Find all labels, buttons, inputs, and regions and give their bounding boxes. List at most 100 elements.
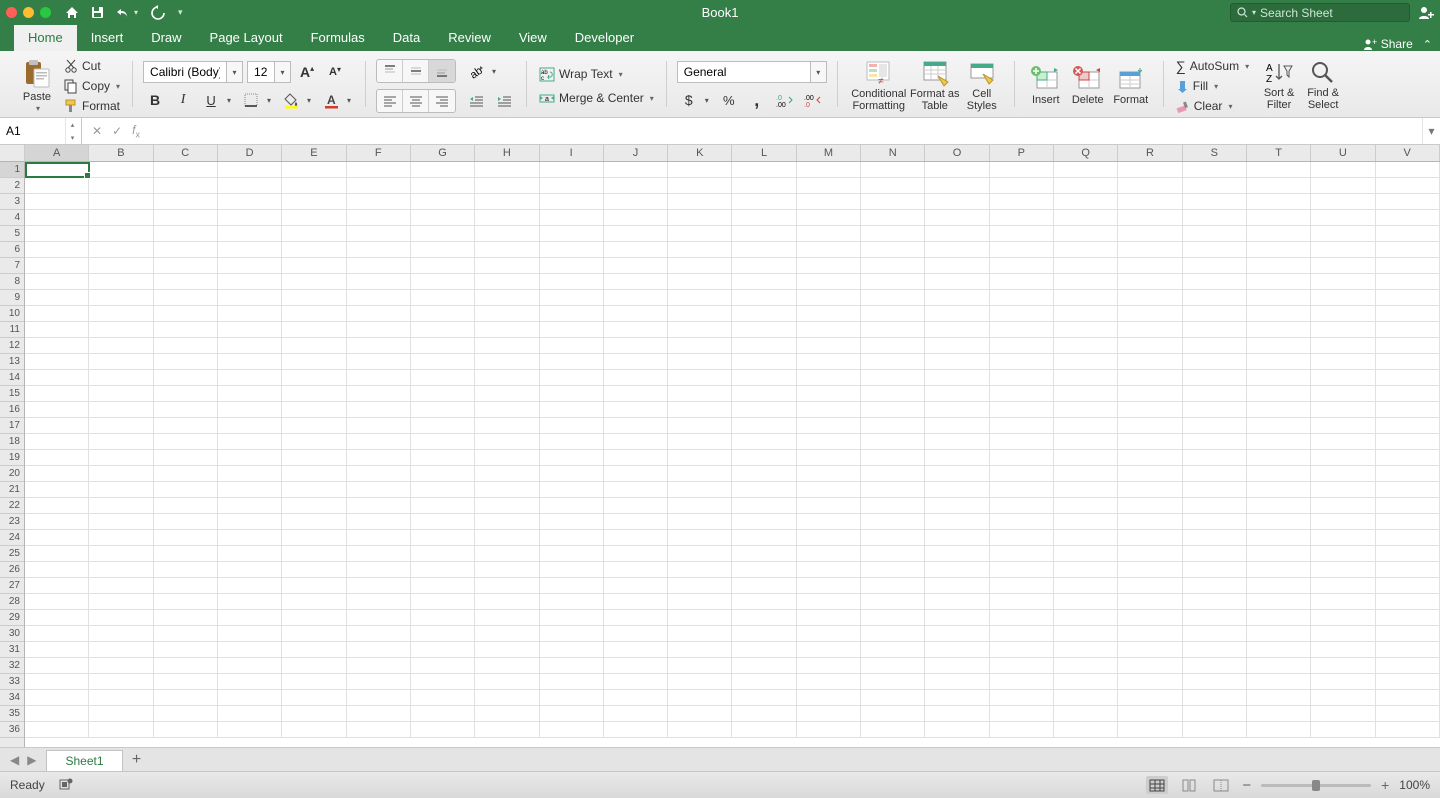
column-header[interactable]: M [797, 145, 861, 161]
cell[interactable] [282, 418, 346, 434]
column-header[interactable]: T [1247, 145, 1311, 161]
cell[interactable] [1376, 594, 1440, 610]
row-header[interactable]: 15 [0, 386, 24, 402]
cell[interactable] [154, 322, 218, 338]
cell[interactable] [282, 562, 346, 578]
cell[interactable] [282, 674, 346, 690]
cell[interactable] [25, 594, 89, 610]
cell[interactable] [1311, 290, 1375, 306]
cell[interactable] [1247, 466, 1311, 482]
cell[interactable] [861, 162, 925, 178]
cell[interactable] [89, 722, 153, 738]
cell[interactable] [861, 690, 925, 706]
cell[interactable] [1376, 210, 1440, 226]
cell[interactable] [797, 306, 861, 322]
cell[interactable] [540, 498, 604, 514]
cell[interactable] [89, 210, 153, 226]
cell[interactable] [925, 178, 989, 194]
cell[interactable] [861, 546, 925, 562]
zoom-slider[interactable] [1261, 784, 1371, 787]
cell[interactable] [1183, 290, 1247, 306]
cell[interactable] [797, 402, 861, 418]
cell[interactable] [154, 242, 218, 258]
cell[interactable] [925, 290, 989, 306]
cell[interactable] [1376, 226, 1440, 242]
cell[interactable] [25, 434, 89, 450]
cell[interactable] [1183, 530, 1247, 546]
cell[interactable] [282, 290, 346, 306]
cell[interactable] [732, 706, 796, 722]
cell[interactable] [668, 594, 732, 610]
fill-button[interactable]: Fill▾ [1174, 77, 1251, 95]
cell[interactable] [540, 386, 604, 402]
cell[interactable] [282, 306, 346, 322]
cell[interactable] [1247, 210, 1311, 226]
cell[interactable] [1054, 658, 1118, 674]
cell[interactable] [347, 626, 411, 642]
percent-button[interactable]: % [717, 89, 741, 111]
insert-function-icon[interactable]: fx [132, 123, 140, 139]
cell[interactable] [1311, 594, 1375, 610]
cell[interactable] [1311, 402, 1375, 418]
cell[interactable] [89, 306, 153, 322]
cell[interactable] [218, 402, 282, 418]
cell[interactable] [89, 338, 153, 354]
cell[interactable] [89, 194, 153, 210]
row-header[interactable]: 7 [0, 258, 24, 274]
cell[interactable] [990, 610, 1054, 626]
cell[interactable] [1247, 578, 1311, 594]
cell[interactable] [475, 722, 539, 738]
cell[interactable] [1183, 594, 1247, 610]
cell[interactable] [797, 434, 861, 450]
cell[interactable] [347, 258, 411, 274]
chevron-down-icon[interactable]: ▾ [263, 89, 275, 111]
cell[interactable] [89, 434, 153, 450]
cell[interactable] [925, 530, 989, 546]
cell[interactable] [347, 402, 411, 418]
cell[interactable] [89, 514, 153, 530]
cell[interactable] [1376, 562, 1440, 578]
cell[interactable] [25, 514, 89, 530]
cell[interactable] [925, 370, 989, 386]
cell[interactable] [604, 306, 668, 322]
column-header[interactable]: G [411, 145, 475, 161]
cell[interactable] [411, 242, 475, 258]
cell[interactable] [1376, 690, 1440, 706]
cell[interactable] [411, 434, 475, 450]
cell[interactable] [1118, 434, 1182, 450]
cell[interactable] [990, 498, 1054, 514]
cell[interactable] [604, 626, 668, 642]
cell[interactable] [475, 258, 539, 274]
cell[interactable] [540, 722, 604, 738]
cell[interactable] [218, 194, 282, 210]
cell[interactable] [1118, 466, 1182, 482]
cell[interactable] [411, 402, 475, 418]
cell[interactable] [475, 514, 539, 530]
merge-center-button[interactable]: a Merge & Center▾ [537, 89, 656, 107]
cell[interactable] [218, 610, 282, 626]
cell[interactable] [1247, 338, 1311, 354]
cell[interactable] [1054, 610, 1118, 626]
cell[interactable] [282, 162, 346, 178]
cell[interactable] [861, 594, 925, 610]
increase-indent-button[interactable] [492, 90, 516, 112]
ribbon-tab-data[interactable]: Data [379, 25, 434, 51]
cell[interactable] [732, 578, 796, 594]
cell[interactable] [1118, 178, 1182, 194]
cell[interactable] [668, 466, 732, 482]
cell[interactable] [1054, 482, 1118, 498]
cell[interactable] [1376, 258, 1440, 274]
column-header[interactable]: C [154, 145, 218, 161]
row-header[interactable]: 31 [0, 642, 24, 658]
cell[interactable] [218, 482, 282, 498]
cell[interactable] [604, 450, 668, 466]
cell[interactable] [604, 194, 668, 210]
cell[interactable] [89, 162, 153, 178]
row-header[interactable]: 4 [0, 210, 24, 226]
cell[interactable] [1183, 386, 1247, 402]
cell[interactable] [218, 690, 282, 706]
cell[interactable] [154, 498, 218, 514]
cell[interactable] [1118, 594, 1182, 610]
collapse-ribbon-icon[interactable]: ⌃ [1423, 38, 1432, 51]
font-name-input[interactable] [144, 62, 226, 82]
